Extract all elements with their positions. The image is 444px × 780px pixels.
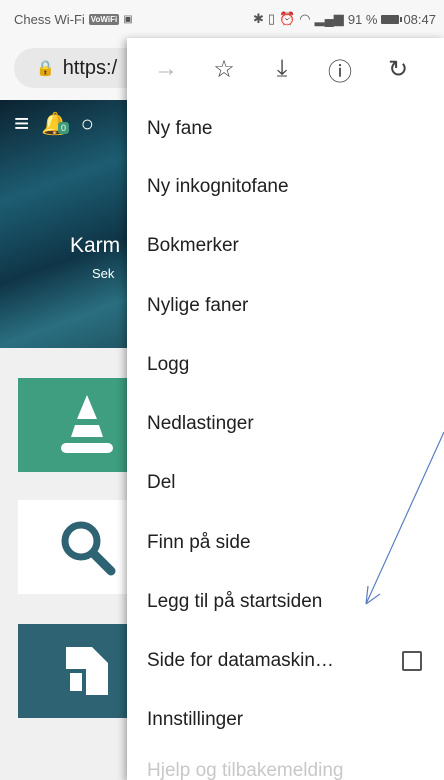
download-icon[interactable]: ⤓ xyxy=(253,45,311,93)
magnifier-icon xyxy=(54,514,120,580)
menu-icon-row: → ☆ ⤓ ⓘ ↻ xyxy=(127,38,444,100)
refresh-icon[interactable]: ↻ xyxy=(369,45,427,93)
menu-item-recent-tabs[interactable]: Nylige faner xyxy=(127,277,444,335)
menu-item-downloads[interactable]: Nedlastinger xyxy=(127,395,444,453)
hero-subtitle: Sek xyxy=(92,266,115,281)
clock-time: 08:47 xyxy=(403,11,436,27)
browser-overflow-menu: → ☆ ⤓ ⓘ ↻ Ny fane Ny inkognitofane Bokme… xyxy=(127,38,444,780)
menu-item-settings[interactable]: Innstillinger xyxy=(127,691,444,749)
search-icon[interactable]: ○ xyxy=(81,111,94,137)
menu-item-desktop-site[interactable]: Side for datamaskin… xyxy=(127,632,444,690)
lock-icon: 🔒 xyxy=(36,60,55,77)
desktop-site-checkbox[interactable] xyxy=(402,651,422,671)
sim-icon: ▣ xyxy=(123,13,133,25)
menu-item-history[interactable]: Logg xyxy=(127,336,444,394)
status-bar: Chess Wi-Fi VoWiFi ▣ ✱ ▯ ⏰ ◠ ▂▄▆ 91 % 08… xyxy=(0,0,444,38)
notification-badge: 0 xyxy=(58,122,70,134)
hero-title: Karm xyxy=(70,234,121,257)
url-text: https:/ xyxy=(62,56,118,79)
alarm-icon: ⏰ xyxy=(279,11,296,26)
carrier-name: Chess Wi-Fi xyxy=(14,11,85,27)
menu-item-share[interactable]: Del xyxy=(127,454,444,512)
menu-item-new-tab[interactable]: Ny fane xyxy=(127,100,444,158)
forward-arrow-icon[interactable]: → xyxy=(137,45,195,93)
battery-icon xyxy=(381,14,403,24)
signal-icon: ▂▄▆ xyxy=(314,11,344,26)
traffic-cone-icon xyxy=(54,392,120,458)
menu-item-new-incognito-tab[interactable]: Ny inkognitofane xyxy=(127,158,444,216)
site-nav: ≡ 🔔 ○ xyxy=(14,108,94,139)
star-bookmark-icon[interactable]: ☆ xyxy=(195,45,253,93)
battery-percent: 91 % xyxy=(347,11,378,27)
bluetooth-icon: ✱ xyxy=(253,11,264,26)
menu-item-find-in-page[interactable]: Finn på side xyxy=(127,514,444,572)
vowifi-badge: VoWiFi xyxy=(88,13,120,25)
hamburger-menu-icon[interactable]: ≡ xyxy=(14,108,29,139)
menu-item-label: Side for datamaskin… xyxy=(147,650,334,671)
status-left: Chess Wi-Fi VoWiFi ▣ xyxy=(14,12,133,27)
vibrate-icon: ▯ xyxy=(267,11,276,26)
menu-item-help-feedback[interactable]: Hjelp og tilbakemelding xyxy=(127,760,444,780)
menu-item-add-to-home-screen[interactable]: Legg til på startsiden xyxy=(127,573,444,631)
status-right: ✱ ▯ ⏰ ◠ ▂▄▆ 91 % 08:47 xyxy=(253,11,436,27)
menu-item-bookmarks[interactable]: Bokmerker xyxy=(127,217,444,275)
document-icon xyxy=(54,638,120,704)
info-icon[interactable]: ⓘ xyxy=(311,45,369,93)
wifi-icon: ◠ xyxy=(299,11,311,26)
